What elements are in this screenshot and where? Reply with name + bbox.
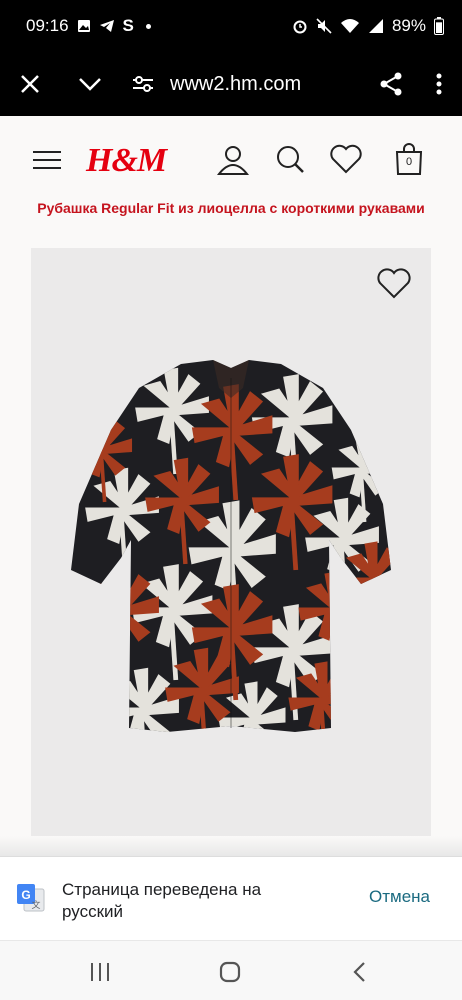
telegram-icon bbox=[99, 20, 114, 32]
collapse-button[interactable] bbox=[60, 52, 120, 116]
share-button[interactable] bbox=[366, 52, 416, 116]
product-image[interactable] bbox=[31, 248, 431, 836]
cart-button[interactable]: 0 bbox=[394, 142, 424, 176]
menu-icon[interactable] bbox=[33, 150, 61, 170]
signal-icon bbox=[368, 19, 383, 33]
svg-text:G: G bbox=[21, 888, 30, 902]
skype-icon: S bbox=[122, 16, 134, 35]
close-tab-button[interactable] bbox=[0, 52, 60, 116]
more-options-button[interactable] bbox=[416, 52, 462, 116]
back-icon[interactable] bbox=[352, 961, 366, 983]
gallery-icon bbox=[77, 20, 90, 32]
mute-icon bbox=[316, 18, 332, 34]
status-time: 09:16 bbox=[26, 16, 69, 35]
notification-dot-icon bbox=[145, 23, 151, 29]
translate-bar: G 文 Страница переведена на русский Отмен… bbox=[0, 856, 462, 940]
account-icon[interactable] bbox=[217, 144, 249, 176]
shirt-image bbox=[71, 360, 391, 732]
share-icon bbox=[380, 72, 402, 96]
recent-apps-icon[interactable] bbox=[89, 962, 111, 982]
battery-icon bbox=[434, 17, 444, 35]
site-header: H&M 0 bbox=[0, 116, 462, 204]
site-settings-button[interactable] bbox=[120, 52, 166, 116]
product-title[interactable]: Рубашка Regular Fit из лиоцелла с коротк… bbox=[0, 200, 462, 220]
chevron-down-icon bbox=[79, 78, 101, 91]
bar-shadow bbox=[0, 836, 462, 858]
battery-percent: 89% bbox=[391, 16, 426, 35]
alarm-icon bbox=[293, 20, 307, 34]
tune-icon bbox=[133, 76, 153, 92]
close-icon bbox=[21, 75, 39, 93]
hm-logo[interactable]: H&M bbox=[86, 142, 167, 180]
home-icon[interactable] bbox=[219, 961, 241, 983]
more-vertical-icon bbox=[436, 73, 442, 95]
google-translate-icon: G 文 bbox=[17, 884, 45, 912]
search-icon[interactable] bbox=[275, 144, 305, 174]
translate-message: Страница переведена на русский bbox=[62, 880, 262, 921]
favorites-heart-icon[interactable] bbox=[330, 144, 362, 174]
browser-toolbar: www2.hm.com bbox=[0, 52, 462, 116]
cancel-translation-button[interactable]: Отмена bbox=[369, 887, 430, 907]
navigation-bar bbox=[0, 940, 462, 1000]
status-bar: 09:16 S 89% bbox=[0, 0, 462, 52]
add-to-favorites-icon[interactable] bbox=[376, 268, 412, 300]
url-text[interactable]: www2.hm.com bbox=[170, 73, 366, 96]
svg-text:文: 文 bbox=[31, 899, 40, 911]
wifi-icon bbox=[340, 19, 359, 33]
cart-count: 0 bbox=[405, 156, 413, 168]
